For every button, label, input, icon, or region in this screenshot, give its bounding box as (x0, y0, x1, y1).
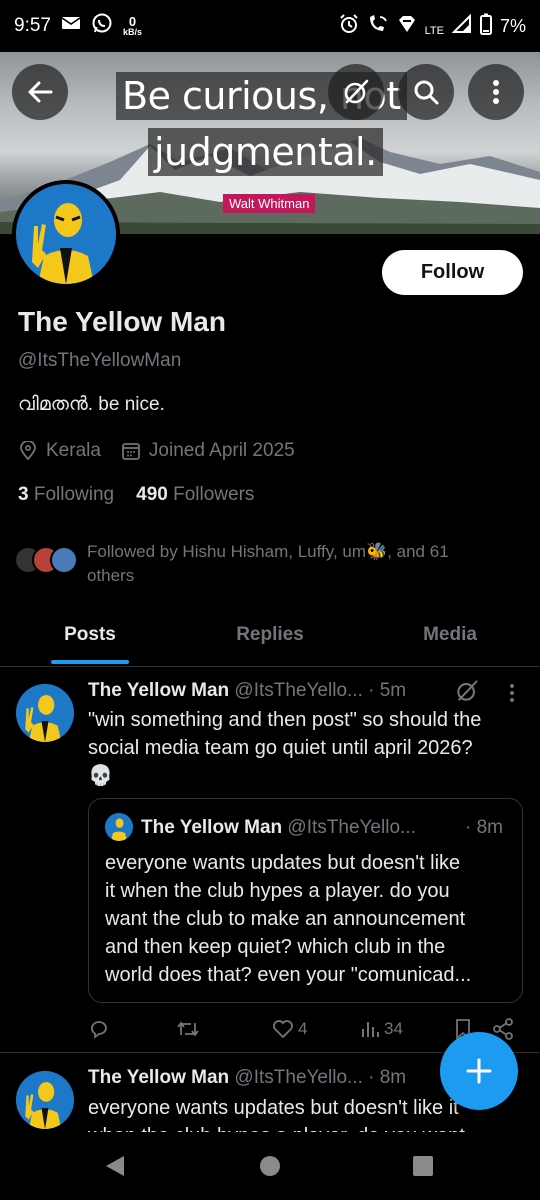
more-options-button[interactable] (468, 64, 524, 120)
follow-counts: 3 Following 490 Followers (18, 484, 254, 506)
followers-link[interactable]: 490 Followers (136, 484, 254, 506)
signal-icon (451, 13, 472, 39)
yellow-man-avatar-image (16, 684, 74, 742)
network-speed-unit: kB/s (122, 26, 142, 37)
following-count: 3 (18, 484, 29, 505)
battery-icon (479, 13, 492, 40)
post-avatar[interactable] (16, 684, 74, 742)
profile-meta: Kerala Joined April 2025 (18, 440, 295, 462)
reply-button[interactable] (88, 1018, 110, 1040)
quoted-handle: @ItsTheYello... (287, 817, 416, 838)
tab-replies[interactable]: Replies (180, 612, 360, 666)
quoted-text-line: world does that? even your "comunicad... (105, 964, 472, 986)
grok-button[interactable] (328, 64, 384, 120)
more-vertical-icon (493, 80, 499, 104)
post-avatar[interactable] (16, 1071, 74, 1129)
calendar-icon (122, 443, 140, 460)
wifi-call-icon (367, 14, 389, 39)
active-tab-indicator (51, 660, 129, 664)
yellow-man-avatar-image (16, 1071, 74, 1129)
profile-avatar[interactable] (12, 180, 120, 288)
vpn-icon (397, 15, 417, 38)
post-header: The Yellow Man @ItsTheYello... · 8m (88, 1067, 406, 1089)
post-author-name[interactable]: The Yellow Man (88, 680, 229, 701)
like-button[interactable]: 4 (272, 1019, 307, 1039)
heart-icon (273, 1020, 293, 1039)
recents-nav-icon[interactable] (413, 1156, 433, 1176)
quoted-text-line: everyone wants updates but doesn't like (105, 852, 461, 874)
search-icon (414, 80, 439, 105)
followed-by-line-2: others (87, 566, 135, 585)
grok-icon[interactable] (454, 678, 480, 704)
quoted-author-name: The Yellow Man (141, 817, 283, 838)
reply-icon (91, 1021, 107, 1039)
followers-label: Followers (173, 484, 255, 505)
following-label: Following (33, 484, 115, 505)
like-count: 4 (298, 1019, 308, 1038)
alarm-icon (339, 13, 359, 39)
repost-button[interactable] (176, 1018, 200, 1040)
back-arrow-icon (28, 81, 53, 103)
profile-tabs: Posts Replies Media (0, 612, 540, 667)
yellow-man-avatar-image (105, 813, 133, 841)
quoted-post-avatar (105, 813, 133, 841)
system-nav-bar (0, 1132, 540, 1200)
location-icon (20, 441, 36, 461)
followers-count: 490 (136, 484, 168, 505)
status-bar: 9:57 0 kB/s LTE 7% (0, 0, 540, 52)
search-button[interactable] (398, 64, 454, 120)
profile-joined: Joined April 2025 (148, 440, 295, 461)
followed-by[interactable]: Followed by Hishu Hisham, Luffy, um🐝, an… (14, 540, 514, 588)
mail-icon (61, 15, 81, 37)
whatsapp-icon (91, 12, 113, 40)
follower-avatar (50, 546, 78, 574)
quoted-text-line: and then keep quiet? which club in the (105, 936, 446, 958)
quote-line-2: judgmental. (148, 128, 383, 176)
post-header: The Yellow Man @ItsTheYello... · 5m (88, 680, 406, 702)
profile-bio: വിമതൻ. be nice. (18, 394, 165, 415)
profile-name: The Yellow Man (18, 306, 226, 337)
post-text-line: social media team go quiet until april 2… (88, 737, 473, 759)
network-speed-value: 0 (128, 13, 137, 29)
repost-icon (177, 1021, 199, 1037)
followed-by-line-1: Followed by Hishu Hisham, Luffy, um🐝, an… (87, 542, 449, 561)
back-nav-icon[interactable] (104, 1154, 126, 1178)
quoted-post-text: everyone wants updates but doesn't like … (105, 849, 510, 989)
network-speed: 0 kB/s (122, 13, 142, 37)
following-link[interactable]: 3 Following (18, 484, 114, 506)
tab-media[interactable]: Media (360, 612, 540, 666)
back-button[interactable] (12, 64, 68, 120)
grok-icon (344, 79, 369, 104)
views-count: 34 (384, 1019, 403, 1038)
post-handle-time: @ItsTheYello... · 5m (234, 680, 407, 701)
compose-button[interactable] (440, 1032, 518, 1110)
post-text: "win something and then post" so should … (88, 706, 524, 790)
views-icon (362, 1022, 379, 1037)
yellow-man-avatar-image (16, 184, 116, 284)
post-author-name[interactable]: The Yellow Man (88, 1067, 229, 1088)
post-handle-time: @ItsTheYello... · 8m (234, 1067, 407, 1088)
status-time: 9:57 (14, 15, 51, 36)
quote-author: Walt Whitman (223, 194, 316, 213)
post-text-line: when the club hypes a player. do you wan… (88, 1122, 524, 1132)
quoted-text-line: want the club to make an announcement (105, 908, 466, 930)
home-nav-icon[interactable] (259, 1155, 281, 1177)
post-text-line: "win something and then post" so should … (88, 709, 482, 731)
post-more-icon[interactable] (508, 683, 516, 703)
post-text-line: 💀 (88, 765, 113, 787)
quoted-time: · 8m (465, 817, 503, 838)
quoted-text-line: it when the club hypes a player. do you (105, 880, 450, 902)
views-button[interactable]: 34 (360, 1019, 403, 1039)
quoted-post[interactable]: The Yellow Man @ItsTheYello... · 8m ever… (88, 798, 523, 1003)
follow-button[interactable]: Follow (382, 250, 523, 295)
profile-handle: @ItsTheYellowMan (18, 350, 182, 371)
followed-by-text: Followed by Hishu Hisham, Luffy, um🐝, an… (87, 540, 449, 588)
plus-icon (466, 1058, 492, 1084)
profile-location: Kerala (46, 440, 101, 461)
network-type: LTE (424, 24, 444, 37)
quoted-post-header: The Yellow Man @ItsTheYello... (141, 817, 416, 839)
tab-posts[interactable]: Posts (0, 612, 180, 666)
battery-percent: 7% (499, 15, 526, 36)
